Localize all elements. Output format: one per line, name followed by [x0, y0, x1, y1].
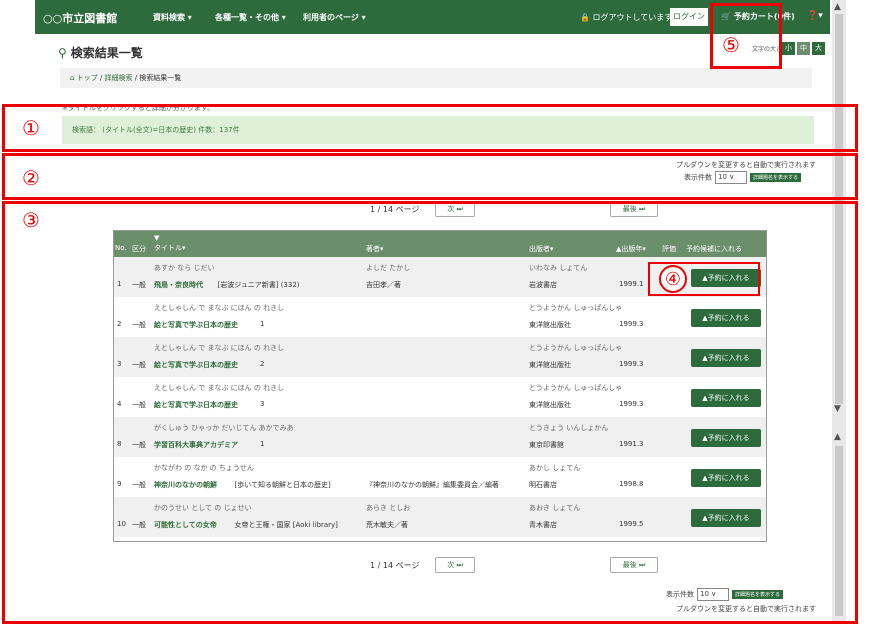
library-brand[interactable]: ○○市立図書館	[43, 10, 117, 26]
annotation-label-2: ②	[22, 166, 40, 190]
search-icon: ⚲	[58, 46, 67, 60]
help-icon[interactable]: ❓▾	[807, 11, 823, 21]
breadcrumb-current: 検索結果一覧	[139, 74, 182, 82]
font-medium-button[interactable]: 中	[797, 42, 810, 55]
font-small-button[interactable]: 小	[782, 42, 795, 55]
login-button[interactable]: ログイン	[670, 8, 708, 26]
annotation-box-1	[2, 104, 858, 152]
page-title-text: 検索結果一覧	[70, 46, 143, 60]
breadcrumb-detail[interactable]: 詳細検索	[104, 74, 132, 82]
breadcrumb: ⌂ トップ / 詳細検索 / 検索結果一覧	[60, 68, 812, 88]
font-large-button[interactable]: 大	[812, 42, 825, 55]
annotation-label-1: ①	[22, 116, 40, 140]
logout-status: 🔒 ログアウトしています	[580, 13, 673, 22]
breadcrumb-top[interactable]: ⌂ トップ	[70, 74, 98, 82]
annotation-label-5: ⑤	[722, 33, 740, 57]
annotation-label-3: ③	[22, 208, 40, 232]
menu-search[interactable]: 資料検索 ▾	[153, 12, 192, 23]
annotation-label-4: ④	[659, 265, 687, 293]
page-title: ⚲ 検索結果一覧	[58, 44, 143, 61]
annotation-box-5	[710, 3, 782, 69]
menu-user-page[interactable]: 利用者のページ ▾	[303, 12, 366, 23]
scroll-up-icon[interactable]: ▲	[834, 2, 841, 12]
menu-lists[interactable]: 各種一覧・その他 ▾	[215, 12, 286, 23]
annotation-box-2	[2, 153, 858, 200]
